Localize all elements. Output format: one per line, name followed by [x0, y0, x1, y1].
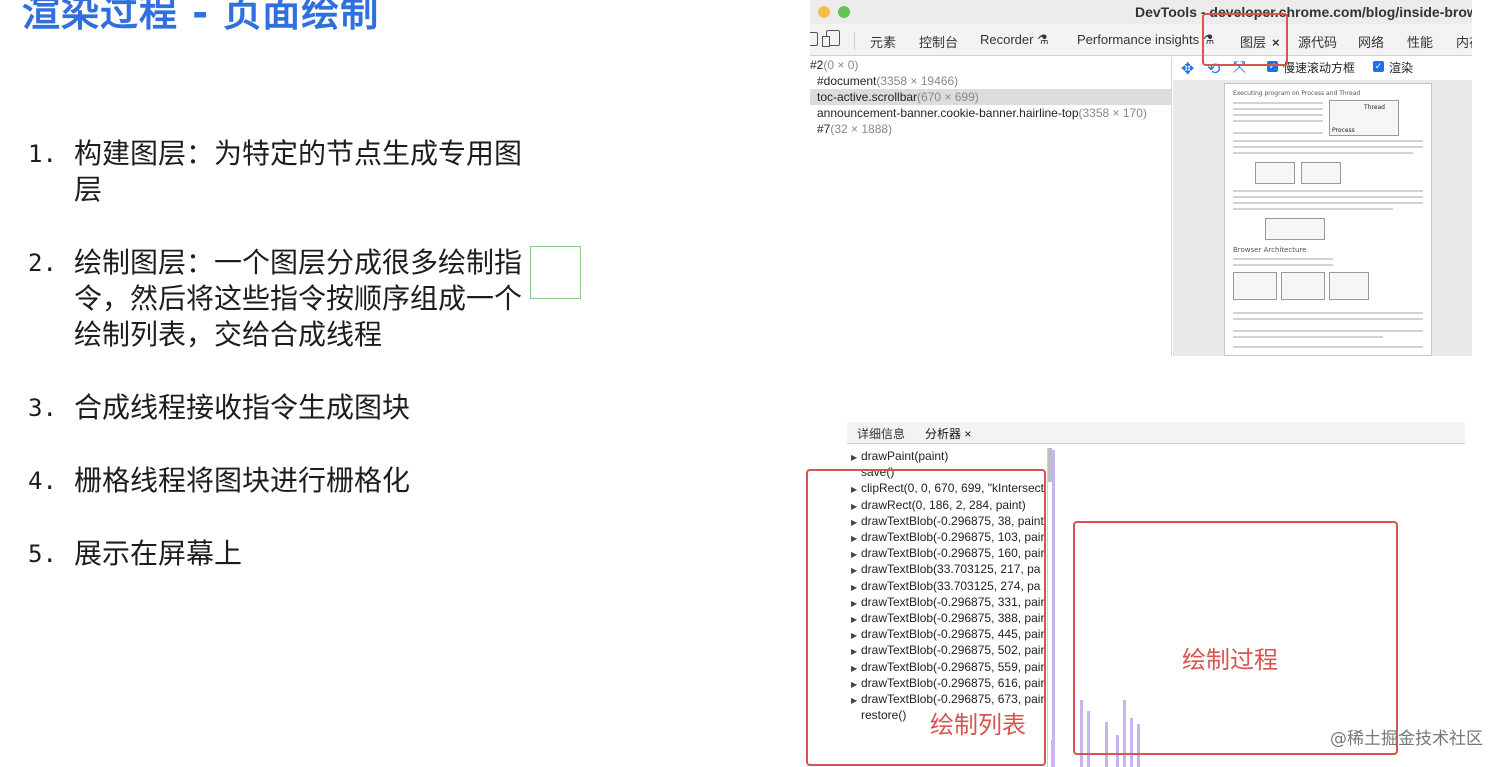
toolbar-divider [854, 32, 855, 50]
preview-figure [1329, 272, 1369, 300]
tab-sources[interactable]: 源代码 [1298, 32, 1337, 51]
step-number: 3. [28, 394, 57, 422]
step-5: 5. 展示在屏幕上 [28, 536, 573, 572]
preview-figure [1301, 162, 1341, 184]
tab-console[interactable]: 控制台 [919, 32, 958, 51]
tab-details[interactable]: 详细信息 [857, 425, 905, 442]
layers-3d-viewport[interactable]: Executing program on Process and Thread … [1173, 80, 1472, 356]
layer-dims: (670 × 699) [917, 90, 979, 104]
pan-mode-icon[interactable]: ✥ [1181, 59, 1194, 79]
layer-outline-box [530, 246, 581, 299]
step-number: 1. [28, 140, 57, 168]
step-text: 绘制图层：一个图层分成很多绘制指 [74, 246, 523, 279]
layer-name: #2 [810, 58, 824, 72]
step-number: 4. [28, 467, 57, 495]
flask-icon: ⚗ [1037, 32, 1049, 47]
layer-row[interactable]: announcement-banner.cookie-banner.hairli… [817, 105, 1147, 121]
profiler-tabbar: 详细信息 分析器 × [847, 422, 1465, 444]
step-text: 展示在屏幕上 [74, 537, 243, 570]
steps-list: 1. 构建图层：为特定的节点生成专用图层 2. 绘制图层：一个图层分成很多绘制指… [28, 136, 573, 609]
minimize-button[interactable] [818, 6, 830, 18]
list-divider [1047, 448, 1048, 767]
tab-performance-insights[interactable]: Performance insights ⚗ [1077, 32, 1214, 48]
preview-figure [1255, 162, 1295, 184]
layer-dims: (3358 × 170) [1078, 106, 1147, 120]
layer-name: #document [817, 74, 877, 88]
layer-page-preview: Executing program on Process and Thread … [1224, 83, 1432, 356]
step-1: 1. 构建图层：为特定的节点生成专用图层 [28, 136, 573, 208]
layer-dims: (0 × 0) [823, 58, 859, 72]
tab-network[interactable]: 网络 [1358, 32, 1384, 51]
layer-row[interactable]: #7(32 × 1888) [817, 121, 892, 137]
layer-row-root[interactable]: #2(0 × 0) [810, 57, 858, 73]
paint-command-row[interactable]: ▶ drawPaint(paint) [851, 448, 948, 464]
highlight-layers-tab [1202, 13, 1288, 66]
tab-recorder[interactable]: Recorder ⚗ [980, 32, 1049, 48]
device-toolbar-icon[interactable] [822, 30, 840, 47]
step-number: 5. [28, 540, 57, 568]
layer-dims: (32 × 1888) [830, 122, 893, 136]
slow-scroll-label: 慢速滚动方框 [1283, 61, 1356, 75]
layer-tree: #2(0 × 0) #document(3358 × 19466) toc-ac… [810, 57, 1172, 356]
step-4: 4. 栅格线程将图块进行栅格化 [28, 463, 573, 499]
tab-label: Performance insights [1077, 32, 1200, 47]
preview-figure [1265, 218, 1325, 240]
highlight-paint-process [1073, 521, 1398, 755]
step-text: 令，然后将这些指令按顺序组成一个 [74, 282, 523, 315]
tab-elements[interactable]: 元素 [870, 32, 896, 51]
timeline-bar[interactable] [1052, 450, 1055, 767]
step-3: 3. 合成线程接收指令生成图块 [28, 390, 573, 426]
preview-heading: Browser Architecture [1233, 246, 1307, 254]
tab-profiler[interactable]: 分析器 × [925, 425, 971, 442]
layer-name: #7 [817, 122, 831, 136]
annotation-paint-process: 绘制过程 [1182, 646, 1278, 674]
paint-command-text: drawPaint(paint) [861, 449, 949, 463]
layer-name: announcement-banner.cookie-banner.hairli… [817, 106, 1079, 120]
watermark: @稀土掘金技术社区 [1330, 729, 1483, 749]
window-titlebar: DevTools - developer.chrome.com/blog/ins… [810, 0, 1472, 24]
devtools-window: DevTools - developer.chrome.com/blog/ins… [810, 0, 1472, 356]
step-text: 合成线程接收指令生成图块 [74, 391, 411, 424]
step-text: 层 [74, 173, 103, 206]
tab-label: Recorder [980, 32, 1034, 47]
preview-figure [1281, 272, 1325, 300]
step-text: 构建图层：为特定的节点生成专用图 [74, 137, 523, 170]
annotation-paint-list: 绘制列表 [930, 711, 1026, 739]
paint-checkbox[interactable]: ✓ [1373, 61, 1384, 72]
step-number: 2. [28, 249, 57, 277]
step-text: 栅格线程将图块进行栅格化 [74, 464, 411, 497]
maximize-button[interactable] [838, 6, 850, 18]
slide-title: 渲染过程 - 页面绘制 [22, 0, 380, 35]
preview-heading: Executing program on Process and Thread [1233, 90, 1361, 97]
window-title: DevTools - developer.chrome.com/blog/ins… [1135, 4, 1472, 20]
devtools-tabbar: 元素 控制台 Recorder ⚗ Performance insights ⚗… [810, 24, 1472, 56]
preview-figure: Thread Process [1329, 100, 1399, 136]
close-icon[interactable]: × [964, 427, 971, 441]
preview-figure [1233, 272, 1277, 300]
paint-label: 渲染 [1389, 61, 1414, 75]
inspect-element-icon[interactable] [810, 32, 818, 46]
step-2: 2. 绘制图层：一个图层分成很多绘制指 令，然后将这些指令按顺序组成一个 绘制列表，… [28, 245, 573, 353]
layer-row[interactable]: #document(3358 × 19466) [817, 73, 958, 89]
step-text: 绘制列表，交给合成线程 [74, 318, 383, 351]
layer-row-selected[interactable]: toc-active.scrollbar(670 × 699) [810, 89, 1171, 105]
layer-dims: (3358 × 19466) [876, 74, 959, 88]
tab-performance[interactable]: 性能 [1407, 32, 1433, 51]
tab-memory[interactable]: 内存 [1456, 32, 1472, 51]
layer-name: toc-active.scrollbar [817, 90, 918, 104]
tab-label: 分析器 [925, 427, 962, 441]
